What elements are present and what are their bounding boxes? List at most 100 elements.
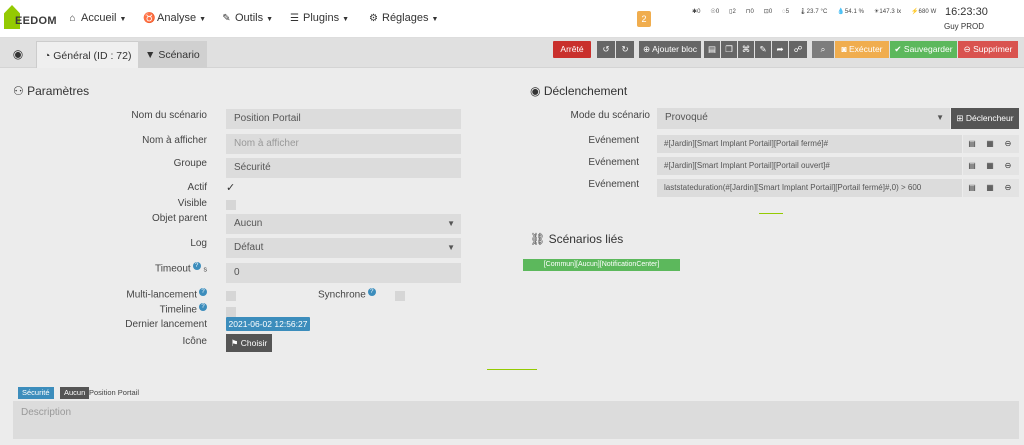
mode-select[interactable]: Provoqué ▼ — [657, 108, 950, 129]
calculator-icon[interactable]: ▦ — [984, 160, 996, 172]
calculator-icon[interactable]: ▦ — [984, 182, 996, 194]
gamepad-icon: ◙ — [841, 44, 849, 54]
event-input[interactable]: laststateduration(#[Jardin][Smart Implan… — [657, 179, 962, 197]
menu-plugins[interactable]: ☰ Plugins ▼ — [289, 12, 349, 24]
icon-label: Icône — [182, 336, 207, 347]
add-block-button[interactable]: ⊕ Ajouter bloc — [639, 41, 701, 58]
minus-circle-icon: ⊖ — [963, 44, 974, 54]
list-icon[interactable]: ▤ — [966, 160, 978, 172]
tasks-icon: ☰ — [290, 13, 299, 24]
sensor-shutter: ⊡0 — [763, 9, 773, 15]
export-button[interactable]: ➦ — [772, 41, 788, 58]
undo-button[interactable]: ↺ — [597, 41, 615, 58]
event-actions: ▤ ▦ ⊖ — [963, 135, 1019, 153]
choose-icon-button[interactable]: ⚑ Choisir — [226, 334, 272, 352]
sensor-summary[interactable]: ✱0 ☉0 ▯2 ⊓0 ⊡0 ◌5 🌡23.7 °C 💧54.1 % ☀147.… — [692, 8, 944, 15]
play-circle-icon: ◉ — [530, 84, 544, 98]
parent-tag: Aucun — [60, 387, 90, 399]
template-button[interactable]: ⌘ — [738, 41, 754, 58]
save-button[interactable]: ✔ Sauvegarder — [890, 41, 957, 58]
redo-button[interactable]: ↻ — [616, 41, 634, 58]
chevron-down-icon: ▼ — [199, 16, 207, 23]
check-circle-icon: ✔ — [894, 44, 904, 54]
event-input[interactable]: #[Jardin][Smart Implant Portail][Portail… — [657, 157, 962, 175]
menu-accueil[interactable]: ⌂ Accueil ▼ — [67, 12, 126, 24]
log-button[interactable]: ▤ — [704, 41, 720, 58]
link-icon: ⛓ — [530, 232, 549, 246]
log-select[interactable]: Défaut ▼ — [226, 238, 461, 258]
active-label: Actif — [187, 182, 207, 193]
parent-select[interactable]: Aucun ▼ — [226, 214, 461, 234]
sensor-power: ⚡680 W — [910, 9, 937, 15]
help-icon: ? — [199, 288, 207, 296]
remove-icon[interactable]: ⊖ — [1002, 182, 1014, 194]
logo-text: EEDOM — [15, 15, 57, 27]
synchronous-label: Synchrone? — [318, 288, 376, 300]
flag-icon: ⚑ — [230, 338, 241, 348]
scenario-name-input[interactable]: Position Portail — [226, 109, 461, 129]
description-textarea[interactable]: Description — [13, 401, 1019, 439]
tab-scenario[interactable]: ▼ Scénario — [138, 41, 207, 68]
sensor-luminosity: ☀147.3 lx — [873, 9, 902, 15]
timeline-checkbox[interactable] — [226, 307, 236, 317]
chevron-down-icon: ▼ — [119, 16, 127, 23]
active-checkbox[interactable]: ✓ — [226, 181, 235, 194]
edit-button[interactable]: ✎ — [755, 41, 771, 58]
plus-square-icon: ⊞ — [956, 113, 966, 123]
scenario-name-tag: Position Portail — [89, 388, 140, 397]
sensor-temperature: 🌡23.7 °C — [798, 9, 828, 15]
remove-icon[interactable]: ⊖ — [1002, 138, 1014, 150]
timeline-label: Timeline? — [160, 303, 207, 315]
group-label: Groupe — [173, 158, 207, 169]
calculator-icon[interactable]: ▦ — [984, 138, 996, 150]
tab-general[interactable]: ◔ Général (ID : 72) — [36, 41, 140, 68]
menu-outils[interactable]: ✎ Outils ▼ — [221, 12, 273, 24]
jeedom-logo[interactable]: EEDOM — [4, 3, 57, 35]
linked-scenario-item[interactable]: [Commun][Aucun][NotificationCenter] — [523, 259, 680, 271]
copy-button[interactable]: ❐ — [721, 41, 737, 58]
group-input[interactable]: Sécurité — [226, 158, 461, 178]
chevron-down-icon: ▼ — [266, 16, 274, 23]
remove-icon[interactable]: ⊖ — [1002, 160, 1014, 172]
display-name-input[interactable]: Nom à afficher — [226, 134, 461, 154]
menu-analyse[interactable]: ♉ Analyse ▼ — [143, 12, 206, 24]
message-count-badge[interactable]: 2 — [637, 11, 651, 27]
delete-button[interactable]: ⊖ Supprimer — [958, 41, 1018, 58]
sensor-door: ▯2 — [729, 9, 736, 15]
last-run-badge: 2021-06-02 12:56:27 — [226, 317, 310, 331]
event-label: Evénement — [588, 179, 639, 190]
list-icon[interactable]: ▤ — [966, 182, 978, 194]
help-icon: ? — [192, 262, 201, 270]
plus-circle-icon: ⊕ — [643, 44, 653, 54]
user-name[interactable]: Guy PROD — [944, 22, 984, 31]
event-label: Evénement — [588, 135, 639, 146]
back-button[interactable]: ◉ — [8, 45, 28, 63]
home-icon: ⌂ — [69, 13, 76, 24]
search-button[interactable]: ⌕ — [812, 41, 834, 58]
timeout-input[interactable]: 0 — [226, 263, 461, 283]
menu-reglages[interactable]: ⚙ Réglages ▼ — [368, 12, 438, 24]
cogs-icon: ⚙ — [369, 13, 378, 24]
top-navbar: EEDOM ⌂ Accueil ▼ ♉ Analyse ▼ ✎ Outils ▼ ☰ Plug… — [0, 0, 1024, 38]
list-icon[interactable]: ▤ — [966, 138, 978, 150]
dashboard-icon: ◔ — [44, 50, 54, 62]
multi-launch-label: Multi-lancement? — [126, 288, 207, 300]
add-trigger-button[interactable]: ⊞ Déclencheur — [951, 108, 1019, 129]
divider — [759, 213, 783, 214]
filter-icon: ▼ — [145, 49, 159, 61]
users-icon: ⚇ — [13, 84, 28, 98]
stethoscope-icon: ♉ — [143, 13, 156, 24]
chevron-down-icon: ▼ — [342, 16, 350, 23]
mode-label: Mode du scénario — [570, 110, 651, 121]
event-input[interactable]: #[Jardin][Smart Implant Portail][Portail… — [657, 135, 962, 153]
wrench-icon: ✎ — [222, 13, 231, 24]
visible-label: Visible — [177, 198, 207, 209]
execute-button[interactable]: ◙ Exécuter — [835, 41, 889, 58]
multi-launch-checkbox[interactable] — [226, 291, 236, 301]
synchronous-checkbox[interactable] — [395, 291, 405, 301]
log-label: Log — [190, 238, 207, 249]
event-label: Evénement — [588, 157, 639, 168]
graph-button[interactable]: ☍ — [789, 41, 807, 58]
params-title: ⚇ Paramètres — [13, 84, 90, 98]
visible-checkbox[interactable] — [226, 200, 236, 210]
